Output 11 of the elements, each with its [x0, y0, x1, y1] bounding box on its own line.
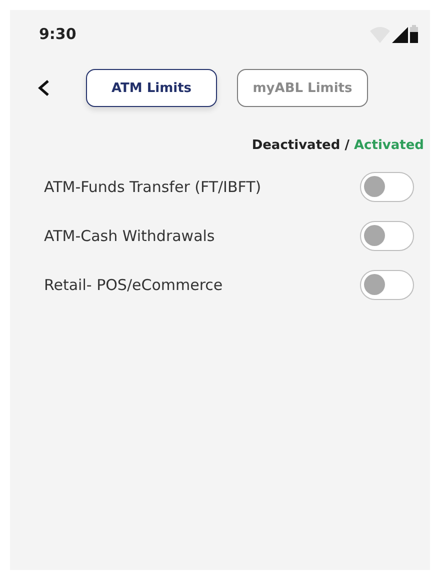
toggle-switch[interactable]	[360, 220, 414, 250]
toggle-switch[interactable]	[360, 172, 414, 202]
toggle-switch[interactable]	[360, 270, 414, 300]
limit-label: ATM-Cash Withdrawals	[44, 226, 215, 244]
signal-icon	[392, 27, 408, 43]
status-time: 9:30	[39, 25, 76, 43]
legend-text: Deactivated / Activated	[252, 138, 424, 153]
limit-label: Retail- POS/eCommerce	[44, 276, 223, 294]
limits-tab[interactable]: ATM Limits	[86, 69, 217, 107]
limit-label: ATM-Funds Transfer (FT/IBFT)	[44, 178, 262, 196]
battery-icon	[410, 25, 418, 43]
